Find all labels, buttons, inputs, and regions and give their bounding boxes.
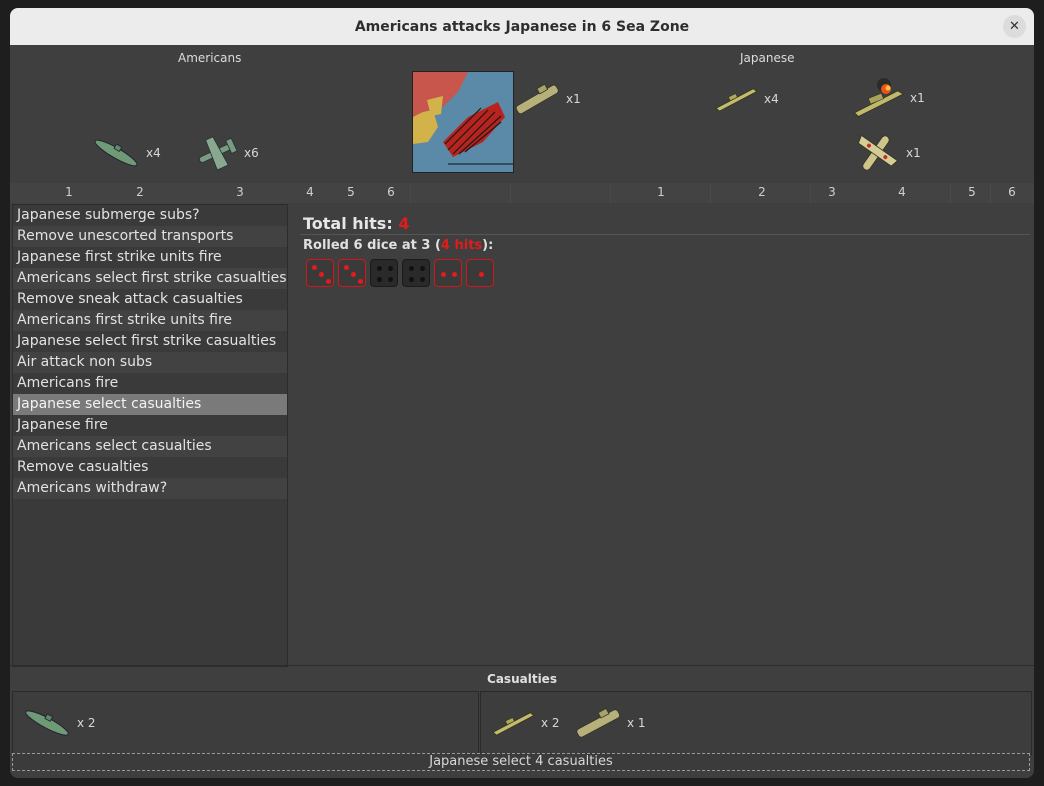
dice-row — [306, 259, 494, 287]
battle-step-item[interactable]: Japanese first strike units fire — [13, 247, 287, 268]
roll-summary: Rolled 6 dice at 3 (4 hits): — [303, 238, 494, 253]
attacker-casualties: x 2 — [12, 691, 479, 755]
die-miss — [402, 259, 430, 287]
defender-unit-transport[interactable]: x1 — [512, 79, 581, 119]
battle-step-item[interactable]: Americans select casualties — [13, 436, 287, 457]
casualties-title: Casualties — [487, 672, 557, 686]
ruler-tick: 2 — [136, 185, 144, 199]
casualties-section: Casualties x 2 x 2 x 1 — [10, 665, 1034, 755]
die-pip — [408, 277, 414, 283]
casualty-unit[interactable]: x 2 — [489, 704, 560, 742]
total-hits: Total hits: 4 — [303, 214, 410, 233]
total-hits-value: 4 — [398, 214, 410, 233]
unit-count: x1 — [906, 146, 921, 160]
submarine-icon — [94, 139, 138, 167]
unit-count: x1 — [910, 91, 925, 105]
die-pip — [388, 277, 394, 283]
die-pip — [408, 265, 414, 271]
ruler-tick: 5 — [968, 185, 976, 199]
die-pip — [343, 264, 349, 270]
status-message-button[interactable]: Japanese select 4 casualties — [12, 753, 1030, 771]
defender-casualties: x 2 x 1 — [480, 691, 1032, 755]
unit-count: x 2 — [77, 716, 96, 730]
battle-step-item[interactable]: Japanese select first strike casualties — [13, 331, 287, 352]
ruler-tick: 1 — [657, 185, 665, 199]
defender-name: Japanese — [740, 51, 795, 65]
unit-count: x 1 — [627, 716, 646, 730]
defender-unit-fighter[interactable]: x1 — [850, 129, 921, 177]
ruler-tick: 6 — [387, 185, 395, 199]
unit-count: x6 — [244, 146, 259, 160]
die-hit — [338, 259, 366, 287]
die-miss — [370, 259, 398, 287]
ruler-tick: 3 — [236, 185, 244, 199]
roll-hits: 4 hits — [440, 238, 483, 253]
attacker-name: Americans — [178, 51, 242, 65]
battle-step-item[interactable]: Americans fire — [13, 373, 287, 394]
ruler-tick: 6 — [1008, 185, 1016, 199]
transport-ship-icon — [515, 83, 559, 115]
unit-count: x4 — [764, 92, 779, 106]
die-pip — [325, 278, 331, 284]
defender-unit-battleship[interactable]: x1 — [850, 75, 925, 121]
die-pip — [350, 271, 356, 277]
battle-steps-list[interactable]: Japanese submerge subs? Remove unescorted… — [12, 204, 288, 667]
casualty-unit[interactable]: x 1 — [573, 704, 646, 742]
fighter-plane-icon — [199, 136, 238, 171]
destroyer-icon — [492, 712, 535, 736]
dice-results-panel: Total hits: 4 Rolled 6 dice at 3 (4 hits… — [288, 204, 1034, 665]
die-hit — [434, 259, 462, 287]
submarine-icon — [25, 710, 69, 736]
die-hit — [306, 259, 334, 287]
battle-step-item[interactable]: Japanese select casualties — [13, 394, 287, 415]
damaged-battleship-icon — [853, 78, 905, 117]
battle-step-item[interactable]: Americans first strike units fire — [13, 310, 287, 331]
battle-window: Americans attacks Japanese in 6 Sea Zone… — [10, 8, 1034, 778]
battle-step-item[interactable]: Americans withdraw? — [13, 478, 287, 499]
ruler-tick: 2 — [758, 185, 766, 199]
sea-zone-map-image — [412, 71, 514, 173]
battle-content: Americans x4 x6 Japanese x1 x4 x1 x1 1 2… — [10, 45, 1034, 778]
ruler-tick: 3 — [828, 185, 836, 199]
fighter-plane-icon — [857, 134, 899, 171]
die-pip — [311, 264, 317, 270]
attacker-unit-submarine[interactable]: x4 — [90, 133, 161, 173]
transport-ship-icon — [576, 707, 620, 738]
battle-step-item[interactable]: Air attack non subs — [13, 352, 287, 373]
ruler-tick: 4 — [898, 185, 906, 199]
die-hit — [466, 259, 494, 287]
battle-step-item[interactable]: Remove unescorted transports — [13, 226, 287, 247]
battle-step-item[interactable]: Americans select first strike casualties — [13, 268, 287, 289]
die-pip — [440, 271, 446, 277]
die-pip — [318, 271, 324, 277]
defender-unit-destroyer[interactable]: x4 — [712, 79, 779, 119]
die-pip — [478, 271, 484, 277]
die-pip — [452, 271, 458, 277]
battle-step-item[interactable]: Japanese fire — [13, 415, 287, 436]
die-pip — [420, 265, 426, 271]
ruler-tick: 5 — [347, 185, 355, 199]
ruler-tick: 1 — [65, 185, 73, 199]
unit-count: x1 — [566, 92, 581, 106]
destroyer-icon — [715, 88, 758, 112]
unit-count: x 2 — [541, 716, 560, 730]
battle-step-item[interactable]: Remove sneak attack casualties — [13, 289, 287, 310]
attacker-unit-fighter[interactable]: x6 — [192, 133, 259, 173]
die-pip — [420, 277, 426, 283]
strength-ruler: 1 2 3 4 5 6 1 2 3 4 5 6 — [10, 183, 1034, 203]
battle-step-item[interactable]: Japanese submerge subs? — [13, 205, 287, 226]
casualty-unit[interactable]: x 2 — [21, 704, 96, 742]
die-pip — [388, 265, 394, 271]
window-title: Americans attacks Japanese in 6 Sea Zone — [354, 18, 690, 35]
die-pip — [376, 265, 382, 271]
die-pip — [357, 278, 363, 284]
close-button[interactable]: ✕ — [1003, 15, 1026, 38]
ruler-tick: 4 — [306, 185, 314, 199]
battle-step-item[interactable]: Remove casualties — [13, 457, 287, 478]
die-pip — [376, 277, 382, 283]
close-icon: ✕ — [1009, 19, 1020, 34]
title-bar: Americans attacks Japanese in 6 Sea Zone… — [10, 8, 1034, 45]
unit-count: x4 — [146, 146, 161, 160]
